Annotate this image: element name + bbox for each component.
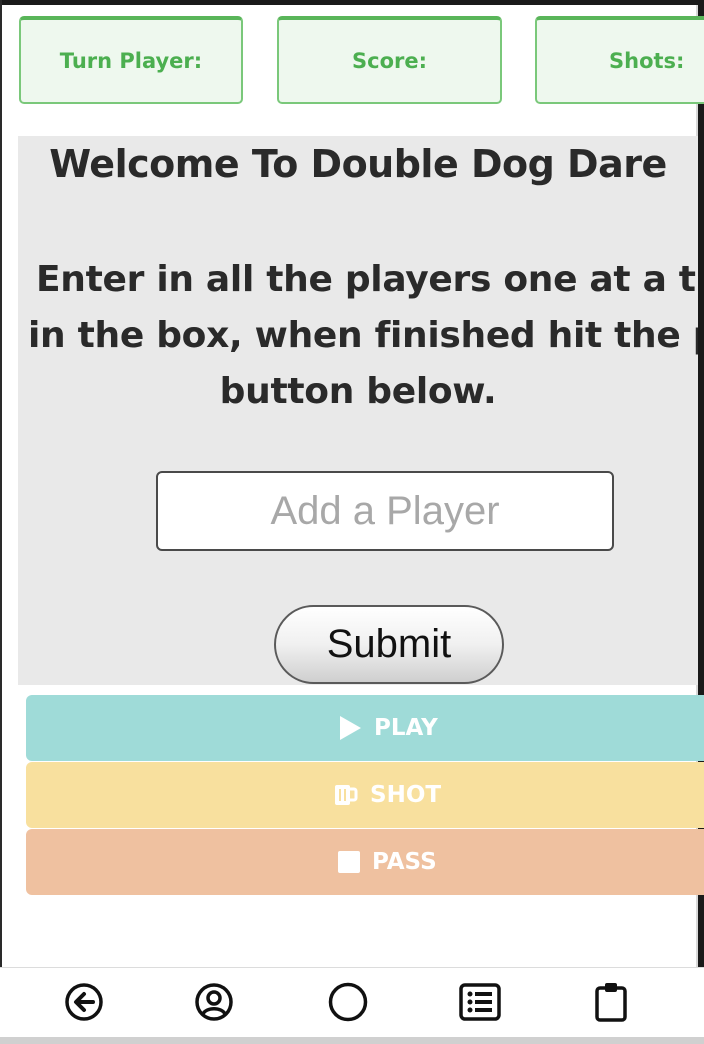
welcome-panel: Welcome To Double Dog Dare Enter in all …	[18, 136, 698, 685]
shot-label: SHOT	[370, 782, 442, 808]
shot-button[interactable]: SHOT	[26, 762, 704, 828]
play-button[interactable]: PLAY	[26, 695, 704, 761]
score-box: Score:	[277, 16, 502, 104]
instruction-line-3: button below.	[219, 371, 497, 412]
beer-mug-icon	[334, 783, 358, 807]
play-icon	[338, 715, 362, 741]
instructions-text: Enter in all the players one at a tir in…	[18, 252, 698, 420]
window-bottom-border	[0, 1037, 704, 1044]
score-label: Score:	[352, 49, 427, 73]
stop-icon	[338, 851, 360, 873]
window-top-border	[0, 0, 704, 5]
turn-player-box: Turn Player:	[19, 16, 243, 104]
shots-box: Shots:	[535, 16, 704, 104]
clipboard-icon[interactable]	[589, 980, 633, 1024]
home-circle-icon[interactable]	[326, 980, 370, 1024]
instruction-line-1: Enter in all the players one at a tir	[36, 259, 698, 300]
submit-button[interactable]: Submit	[274, 605, 504, 684]
welcome-title: Welcome To Double Dog Dare	[49, 142, 667, 186]
shots-label: Shots:	[609, 49, 685, 73]
instruction-line-2: in the box, when finished hit the pl	[28, 315, 698, 356]
pass-label: PASS	[372, 849, 437, 875]
back-arrow-icon[interactable]	[62, 980, 106, 1024]
pass-button[interactable]: PASS	[26, 829, 704, 895]
play-label: PLAY	[374, 715, 438, 741]
user-circle-icon[interactable]	[192, 980, 236, 1024]
bottom-nav	[0, 967, 704, 1038]
add-player-input[interactable]	[156, 471, 614, 551]
window-left-border	[0, 0, 2, 1044]
list-icon[interactable]	[458, 980, 502, 1024]
turn-player-label: Turn Player:	[59, 49, 203, 73]
